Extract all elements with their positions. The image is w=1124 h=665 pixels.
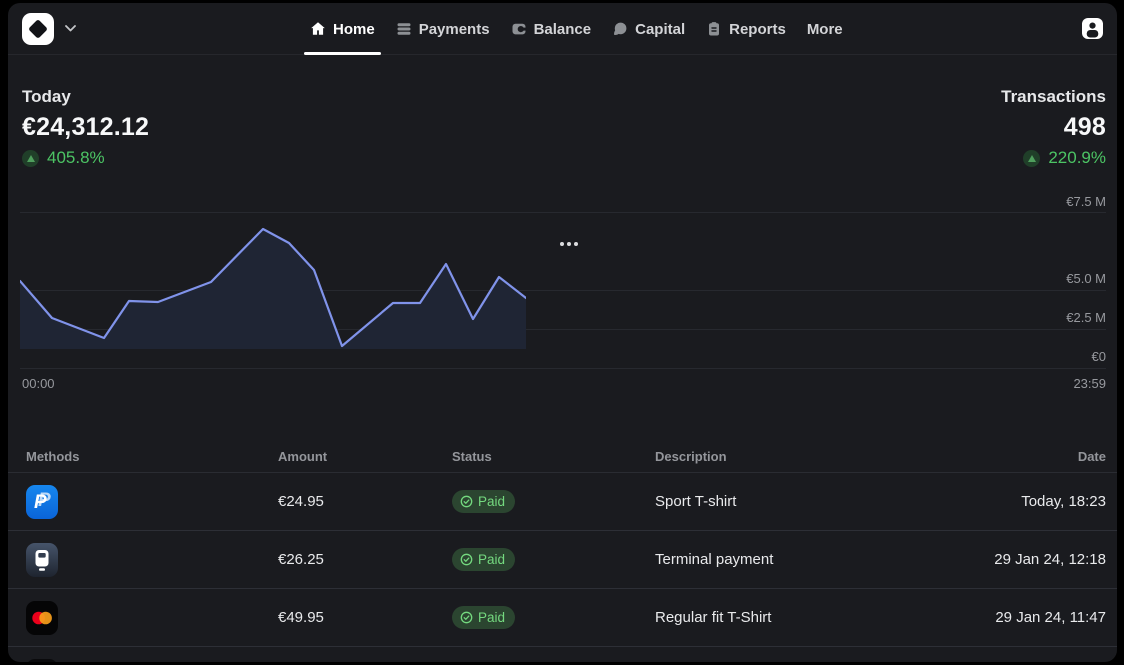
trend-up-icon [1023, 150, 1040, 167]
table-row[interactable]: €49.95 Paid Regular fit T-Shirt 29 Jan 2… [8, 589, 1117, 647]
nav-label: Payments [419, 21, 490, 38]
account-button[interactable] [1082, 18, 1103, 39]
check-circle-icon [460, 495, 473, 508]
amount-cell: €24.95 [278, 493, 452, 510]
ellipsis-icon [574, 242, 578, 246]
today-change: 405.8% [22, 148, 149, 168]
home-icon [310, 21, 326, 37]
x-axis-tick-end: 23:59 [1073, 376, 1106, 391]
date-cell: Today, 18:23 [1021, 493, 1106, 510]
check-circle-icon [460, 553, 473, 566]
col-header-status: Status [452, 449, 655, 464]
transactions-value: 498 [1064, 113, 1106, 142]
col-header-amount: Amount [278, 449, 452, 464]
nav-item-reports[interactable]: Reports [706, 3, 786, 55]
status-label: Paid [478, 494, 505, 509]
table-row[interactable]: PP €24.95 Paid Sport T-shirt Today, 18:2… [8, 473, 1117, 531]
nav-label: More [807, 21, 843, 38]
transactions-table: Methods Amount Status Description Date P… [8, 440, 1117, 662]
today-value: €24,312.12 [22, 113, 149, 142]
capital-icon [612, 21, 628, 37]
col-header-methods: Methods [26, 449, 278, 464]
paypal-icon: PP [26, 485, 58, 519]
balance-icon [511, 21, 527, 37]
card-icon [26, 659, 58, 663]
chart-ellipsis-button[interactable] [556, 238, 582, 250]
nav-item-more[interactable]: More [807, 3, 843, 55]
status-badge: Paid [452, 548, 515, 571]
status-badge: Paid [452, 606, 515, 629]
metrics-section: Today €24,312.12 405.8% Transactions 498… [8, 55, 1117, 168]
nav-label: Capital [635, 21, 685, 38]
brand-logo-icon[interactable] [22, 13, 54, 45]
account-icon [1082, 18, 1103, 39]
ellipsis-icon [567, 242, 571, 246]
y-axis-tick: €0 [1092, 349, 1106, 364]
status-label: Paid [478, 552, 505, 567]
chart-plot [20, 200, 526, 350]
nav-item-payments[interactable]: Payments [396, 3, 490, 55]
y-axis-tick: €5.0 M [1066, 271, 1106, 286]
nav-label: Balance [534, 21, 592, 38]
mastercard-icon [26, 601, 58, 635]
nav-item-home[interactable]: Home [310, 3, 375, 55]
y-axis-tick: €7.5 M [1066, 194, 1106, 209]
col-header-date: Date [1078, 449, 1106, 464]
terminal-icon [26, 543, 58, 577]
date-cell: 29 Jan 24, 11:47 [995, 609, 1106, 626]
today-change-value: 405.8% [47, 148, 105, 168]
nav-label: Home [333, 21, 375, 38]
description-cell: Sport T-shirt [655, 493, 736, 510]
transactions-change: 220.9% [1023, 148, 1106, 168]
table-row[interactable]: €26.25 Paid Terminal payment 29 Jan 24, … [8, 531, 1117, 589]
reports-icon [706, 21, 722, 37]
volume-chart: €7.5 M €5.0 M €2.5 M €0 00:00 23:59 [8, 187, 1117, 395]
ellipsis-icon [560, 242, 564, 246]
date-cell: 29 Jan 24, 12:18 [994, 551, 1106, 568]
y-axis-tick: €2.5 M [1066, 310, 1106, 325]
chevron-down-icon [65, 25, 76, 32]
status-label: Paid [478, 610, 505, 625]
table-header: Methods Amount Status Description Date [8, 440, 1117, 473]
chart-area [20, 229, 526, 349]
gridline [20, 368, 1106, 369]
today-metric: Today €24,312.12 405.8% [22, 87, 149, 168]
description-cell: Terminal payment [655, 551, 773, 568]
nav-menu: Home Payments Balance [310, 3, 843, 55]
amount-cell: €26.25 [278, 551, 452, 568]
diamond-icon [28, 19, 48, 39]
transactions-change-value: 220.9% [1048, 148, 1106, 168]
status-badge: Paid [452, 490, 515, 513]
transactions-label: Transactions [1001, 87, 1106, 107]
nav-item-balance[interactable]: Balance [511, 3, 592, 55]
today-label: Today [22, 87, 149, 107]
table-row[interactable]: Paid [8, 647, 1117, 662]
col-header-description: Description [655, 449, 727, 464]
nav-item-capital[interactable]: Capital [612, 3, 685, 55]
transactions-metric: Transactions 498 220.9% [1001, 87, 1106, 168]
account-switcher[interactable] [22, 13, 76, 45]
amount-cell: €49.95 [278, 609, 452, 626]
trend-up-icon [22, 150, 39, 167]
x-axis-tick-start: 00:00 [22, 376, 55, 391]
description-cell: Regular fit T-Shirt [655, 609, 771, 626]
payments-icon [396, 21, 412, 37]
nav-label: Reports [729, 21, 786, 38]
top-nav: Home Payments Balance [8, 3, 1117, 55]
app-window: Home Payments Balance [8, 3, 1117, 662]
check-circle-icon [460, 611, 473, 624]
